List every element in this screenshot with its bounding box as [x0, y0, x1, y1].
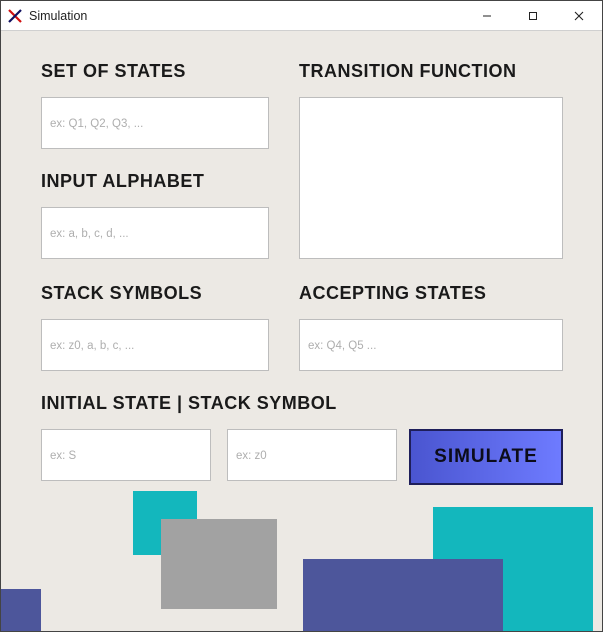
heading-transition-function: TRANSITION FUNCTION	[299, 61, 516, 82]
heading-set-of-states: SET OF STATES	[41, 61, 186, 82]
app-icon	[7, 8, 23, 24]
close-button[interactable]	[556, 1, 602, 31]
decoration-indigo-large	[303, 559, 503, 631]
heading-accepting-states: ACCEPTING STATES	[299, 283, 486, 304]
decoration-gray	[161, 519, 277, 609]
client-area: SET OF STATES INPUT ALPHABET TRANSITION …	[1, 31, 602, 631]
application-window: Simulation SET OF STATES INPUT ALPHABET …	[0, 0, 603, 632]
simulate-button[interactable]: SIMULATE	[409, 429, 563, 485]
minimize-button[interactable]	[464, 1, 510, 31]
titlebar: Simulation	[1, 1, 602, 31]
decoration-indigo-small	[1, 589, 41, 631]
window-title: Simulation	[29, 9, 87, 23]
heading-stack-symbols: STACK SYMBOLS	[41, 283, 202, 304]
initial-state-input[interactable]	[41, 429, 211, 481]
set-of-states-input[interactable]	[41, 97, 269, 149]
heading-initial-state-stack: INITIAL STATE | STACK SYMBOL	[41, 393, 337, 414]
heading-input-alphabet: INPUT ALPHABET	[41, 171, 204, 192]
input-alphabet-input[interactable]	[41, 207, 269, 259]
initial-stack-symbol-input[interactable]	[227, 429, 397, 481]
maximize-button[interactable]	[510, 1, 556, 31]
stack-symbols-input[interactable]	[41, 319, 269, 371]
accepting-states-input[interactable]	[299, 319, 563, 371]
transition-function-input[interactable]	[299, 97, 563, 259]
